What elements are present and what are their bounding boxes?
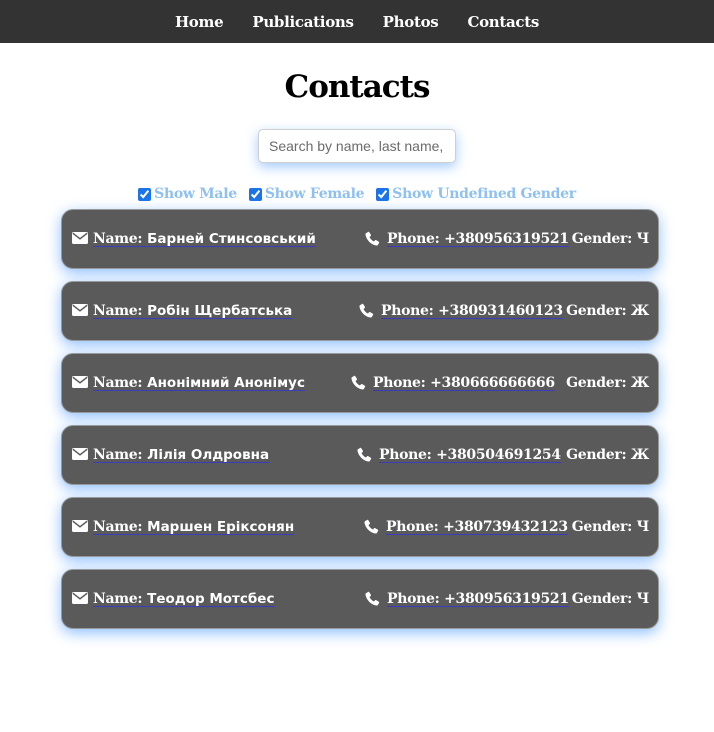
show-undefined-gender-checkbox[interactable] (376, 187, 390, 201)
contact-phone-value: +380739432123 (443, 519, 568, 535)
contact-card: Name: Маршен Еріксонян Phone: +380739432… (61, 497, 659, 557)
phone-icon (364, 519, 379, 534)
show-undefined-gender-label[interactable]: Show Undefined Gender (392, 186, 576, 202)
name-key-label: Name: (93, 375, 143, 391)
contact-card: Name: Анонімний Анонімус Phone: +3806666… (61, 353, 659, 413)
contact-phone-value: +380956319521 (444, 591, 569, 607)
phone-key-label: Phone: (379, 447, 432, 463)
nav-contacts-link[interactable]: Contacts (467, 13, 539, 31)
contact-gender: Gender: Ч (571, 231, 650, 247)
phone-key-label: Phone: (387, 591, 440, 607)
contact-gender: Gender: Ж (566, 447, 649, 463)
gender-key-label: Gender: (571, 231, 632, 247)
contact-phone-value: +380666666666 (430, 375, 555, 391)
contact-phone-link[interactable]: Phone: +380931460123 (381, 303, 563, 319)
contact-phone-value: +380956319521 (444, 231, 569, 247)
gender-key-label: Gender: (571, 591, 632, 607)
contact-phone-link[interactable]: Phone: +380956319521 (387, 231, 569, 247)
envelope-icon (72, 304, 88, 316)
top-navbar: Home Publications Photos Contacts (0, 0, 714, 43)
name-key-label: Name: (93, 303, 143, 319)
phone-icon (359, 303, 374, 318)
gender-key-label: Gender: (571, 519, 632, 535)
name-key-label: Name: (93, 519, 143, 535)
contact-name-link[interactable]: Name: Робін Щербатська (93, 303, 292, 319)
contact-name-value: Барней Стинсовський (147, 231, 316, 247)
contact-name-value: Робін Щербатська (147, 303, 293, 319)
contact-gender-value: Ч (636, 591, 650, 607)
filter-male[interactable]: Show Male (138, 186, 237, 202)
contact-gender-value: Ч (636, 231, 650, 247)
contact-phone-link[interactable]: Phone: +380739432123 (386, 519, 568, 535)
contact-name-value: Анонімний Анонімус (147, 375, 305, 391)
contact-card: Name: Теодор Мотсбес Phone: +38095631952… (61, 569, 659, 629)
contact-name-link[interactable]: Name: Теодор Мотсбес (93, 591, 274, 607)
contact-card: Name: Барней Стинсовський Phone: +380956… (61, 209, 659, 269)
search-container (0, 129, 714, 163)
show-female-checkbox[interactable] (248, 187, 262, 201)
contact-phone-link[interactable]: Phone: +380956319521 (387, 591, 569, 607)
gender-key-label: Gender: (566, 303, 627, 319)
envelope-icon (72, 232, 88, 244)
contact-gender-value: Ж (630, 303, 649, 319)
contact-gender: Gender: Ж (566, 303, 649, 319)
filter-undefined[interactable]: Show Undefined Gender (376, 186, 576, 202)
contact-name-value: Теодор Мотсбес (147, 591, 275, 607)
phone-key-label: Phone: (373, 375, 426, 391)
contact-name-link[interactable]: Name: Анонімний Анонімус (93, 375, 305, 391)
nav-photos-link[interactable]: Photos (383, 13, 439, 31)
contact-gender: Gender: Ж (566, 375, 649, 391)
envelope-icon (72, 376, 88, 388)
contact-phone-value: +380931460123 (438, 303, 563, 319)
phone-key-label: Phone: (386, 519, 439, 535)
phone-icon (357, 447, 372, 462)
phone-icon (365, 591, 380, 606)
name-key-label: Name: (93, 591, 143, 607)
nav-publications-link[interactable]: Publications (252, 13, 354, 31)
contact-card: Name: Лілія Олдровна Phone: +38050469125… (61, 425, 659, 485)
contact-name-value: Лілія Олдровна (147, 447, 270, 463)
contact-gender: Gender: Ч (571, 519, 650, 535)
contact-name-link[interactable]: Name: Барней Стинсовський (93, 231, 316, 247)
search-input[interactable] (258, 129, 456, 163)
gender-key-label: Gender: (566, 375, 627, 391)
contact-card: Name: Робін Щербатська Phone: +380931460… (61, 281, 659, 341)
contact-gender-value: Ж (630, 447, 649, 463)
contact-gender: Gender: Ч (571, 591, 650, 607)
show-male-checkbox[interactable] (138, 187, 152, 201)
filter-female[interactable]: Show Female (248, 186, 365, 202)
envelope-icon (72, 592, 88, 604)
phone-key-label: Phone: (387, 231, 440, 247)
contact-name-value: Маршен Еріксонян (147, 519, 295, 535)
gender-filters: Show Male Show Female Show Undefined Gen… (0, 185, 714, 203)
show-male-label[interactable]: Show Male (154, 186, 237, 202)
phone-key-label: Phone: (381, 303, 434, 319)
contact-phone-value: +380504691254 (436, 447, 561, 463)
name-key-label: Name: (93, 231, 143, 247)
contact-phone-link[interactable]: Phone: +380504691254 (379, 447, 561, 463)
phone-icon (365, 231, 380, 246)
envelope-icon (72, 448, 88, 460)
contact-name-link[interactable]: Name: Маршен Еріксонян (93, 519, 294, 535)
nav-home-link[interactable]: Home (175, 13, 224, 31)
contact-name-link[interactable]: Name: Лілія Олдровна (93, 447, 269, 463)
contact-gender-value: Ч (636, 519, 650, 535)
contacts-list: Name: Барней Стинсовський Phone: +380956… (0, 209, 714, 629)
contact-gender-value: Ж (630, 375, 649, 391)
phone-icon (351, 375, 366, 390)
name-key-label: Name: (93, 447, 143, 463)
envelope-icon (72, 520, 88, 532)
gender-key-label: Gender: (566, 447, 627, 463)
page-title: Contacts (284, 69, 431, 105)
contact-phone-link[interactable]: Phone: +380666666666 (373, 375, 555, 391)
show-female-label[interactable]: Show Female (265, 186, 365, 202)
